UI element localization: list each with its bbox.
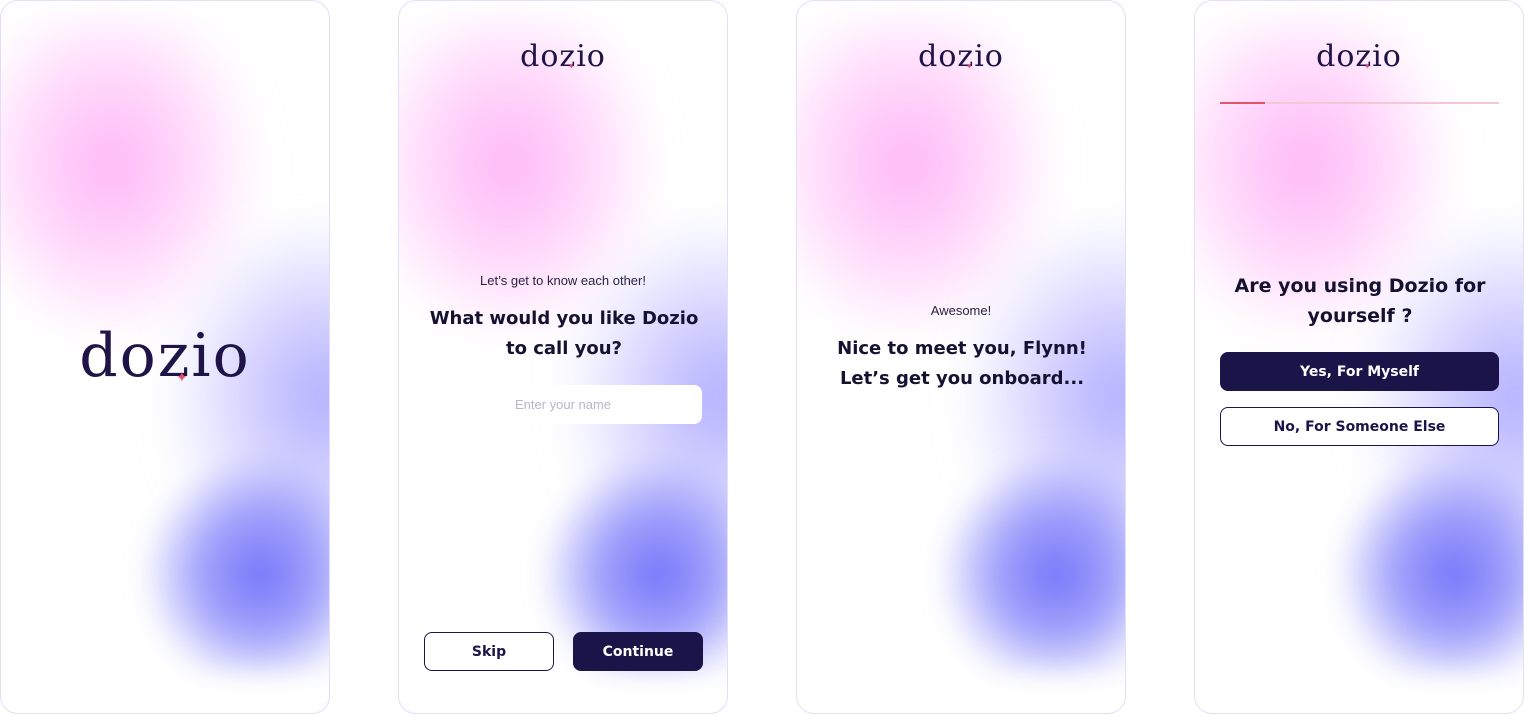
- name-step-screen: dozio ✦ Let’s get to know each other! Wh…: [398, 0, 728, 714]
- greeting-kicker: Awesome!: [930, 303, 992, 318]
- continue-button[interactable]: Continue: [573, 632, 703, 671]
- yes-for-myself-button[interactable]: Yes, For Myself: [1220, 352, 1499, 391]
- usage-question: Are you using Dozio for yourself ?: [1215, 271, 1505, 331]
- greeting-screen: dozio ✦ Awesome! Nice to meet you, Flynn…: [796, 0, 1126, 714]
- dozio-logo: dozio: [918, 39, 1004, 74]
- name-question-line2: to call you?: [505, 338, 622, 359]
- sparkle-icon: ✦: [1364, 62, 1371, 71]
- sparkle-icon: ✦: [966, 62, 973, 71]
- intro-kicker: Let’s get to know each other!: [480, 273, 646, 288]
- name-question: What would you like Dozio to call you?: [419, 304, 709, 364]
- splash-screen: dozio ✦: [0, 0, 330, 714]
- skip-button[interactable]: Skip: [424, 632, 554, 671]
- onboarding-progress-bar: [1220, 102, 1499, 104]
- name-input[interactable]: [424, 385, 702, 424]
- usage-step-screen: dozio ✦ Are you using Dozio for yourself…: [1194, 0, 1524, 714]
- dozio-logo: dozio: [1316, 39, 1402, 74]
- progress-fill: [1220, 102, 1265, 104]
- usage-question-line1: Are you using Dozio for: [1234, 275, 1486, 297]
- sparkle-icon: ✦: [176, 370, 188, 386]
- usage-question-line2: yourself ?: [1307, 305, 1413, 327]
- greeting-message: Nice to meet you, Flynn! Let’s get you o…: [817, 334, 1107, 394]
- greeting-line1: Nice to meet you, Flynn!: [837, 338, 1087, 359]
- name-question-line1: What would you like Dozio: [429, 308, 699, 329]
- no-for-someone-else-button[interactable]: No, For Someone Else: [1220, 407, 1499, 446]
- dozio-logo: dozio: [79, 321, 251, 391]
- greeting-line2: Let’s get you onboard...: [839, 368, 1085, 389]
- dozio-logo: dozio: [520, 39, 606, 74]
- sparkle-icon: ✦: [568, 62, 575, 71]
